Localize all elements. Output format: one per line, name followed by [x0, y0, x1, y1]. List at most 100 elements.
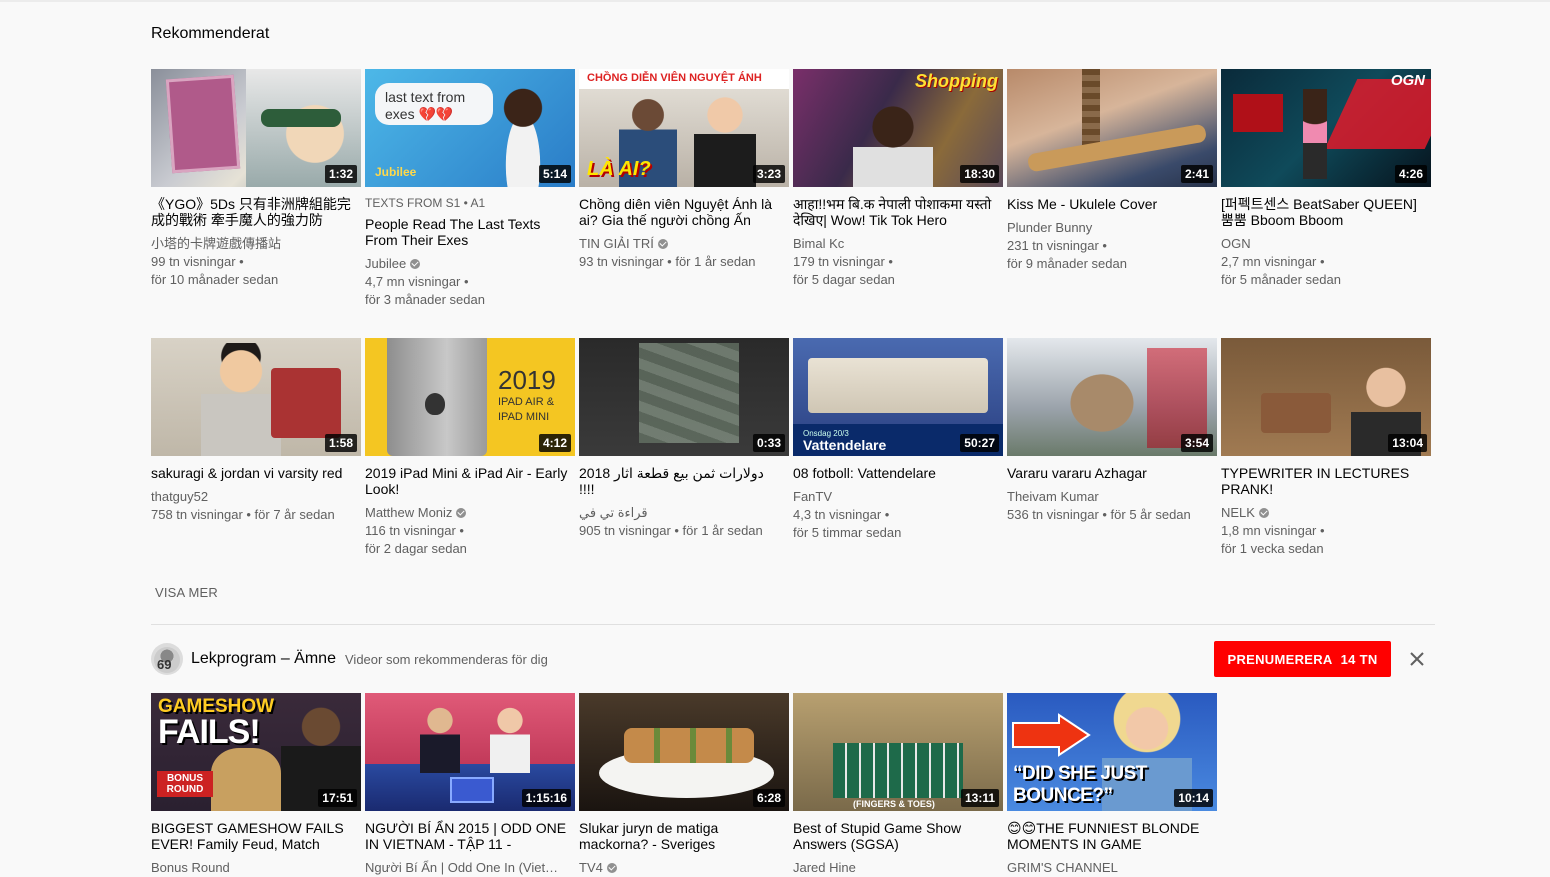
channel-name[interactable]: Bonus Round	[151, 859, 355, 877]
verified-icon	[657, 239, 668, 249]
shelf-title[interactable]: Lekprogram – Ämne	[191, 650, 336, 668]
video-thumbnail[interactable]: Onsdag 20/3 Vattendelare 50:27	[793, 338, 1003, 456]
video-thumbnail[interactable]: 1:58	[151, 338, 361, 456]
channel-name[interactable]: TIN GIẢI TRÍ	[579, 235, 783, 253]
video-title[interactable]: Slukar juryn de matiga mackorna? - Sveri…	[579, 820, 783, 852]
video-thumbnail[interactable]: 1:15:16	[365, 693, 575, 811]
video-title[interactable]: TYPEWRITER IN LECTURES PRANK!	[1221, 465, 1425, 497]
channel-name[interactable]: NELK	[1221, 504, 1425, 522]
video-title[interactable]: BIGGEST GAMESHOW FAILS EVER! Family Feud…	[151, 820, 355, 852]
video-card[interactable]: CHỒNG DIỄN VIÊN NGUYỆT ÁNH LÀ AI? 3:23 C…	[579, 69, 789, 309]
channel-name[interactable]: Matthew Moniz	[365, 504, 569, 522]
video-card[interactable]: Shopping 18:30 आहा!!भम बि.क नेपाली पोशाक…	[793, 69, 1003, 309]
channel-name[interactable]: FanTV	[793, 488, 997, 506]
video-thumbnail[interactable]: 1:32	[151, 69, 361, 187]
channel-name[interactable]: Jared Hine	[793, 859, 997, 877]
video-meta: 08 fotboll: Vattendelare FanTV 4,3 tn vi…	[793, 456, 1003, 542]
channel-label[interactable]: Jubilee	[365, 255, 406, 273]
video-duration: 4:26	[1394, 165, 1427, 183]
video-thumbnail[interactable]: 2019 IPAD AIR & IPAD MINI 4:12	[365, 338, 575, 456]
video-card[interactable]: GAMESHOW FAILS! BONUS ROUND 17:51 BIGGES…	[151, 693, 361, 877]
channel-name[interactable]: 小塔的卡牌遊戲傳播站	[151, 235, 355, 253]
video-title[interactable]: Vararu vararu Azhagar	[1007, 465, 1211, 481]
video-title[interactable]: sakuragi & jordan vi varsity red	[151, 465, 355, 481]
video-title[interactable]: Kiss Me - Ukulele Cover	[1007, 196, 1211, 212]
video-thumbnail[interactable]: 6:28	[579, 693, 789, 811]
video-thumbnail[interactable]: (FINGERS & TOES) 13:11	[793, 693, 1003, 811]
channel-label[interactable]: قراءة تي في	[579, 504, 648, 522]
channel-name[interactable]: قراءة تي في	[579, 504, 783, 522]
video-card[interactable]: 1:32 《YGO》5Ds 只有非洲牌組能完成的戰術 牽手魔人的強力防 小塔的卡…	[151, 69, 361, 309]
video-title[interactable]: 2019 iPad Mini & iPad Air - Early Look!	[365, 465, 569, 497]
video-title[interactable]: 08 fotboll: Vattendelare	[793, 465, 997, 481]
video-title[interactable]: 《YGO》5Ds 只有非洲牌組能完成的戰術 牽手魔人的強力防	[151, 196, 355, 228]
video-card[interactable]: last text from exes 💔💔 Jubilee 5:14 TEXT…	[365, 69, 575, 309]
channel-name[interactable]: Bimal Kc	[793, 235, 997, 253]
channel-name[interactable]: Plunder Bunny	[1007, 219, 1211, 237]
channel-label[interactable]: Jared Hine	[793, 859, 856, 877]
video-title[interactable]: 2018 دولارات ثمن بيع قطعة اثار !!!!	[579, 465, 783, 497]
video-card[interactable]: (FINGERS & TOES) 13:11 Best of Stupid Ga…	[793, 693, 1003, 877]
video-card[interactable]: 1:15:16 NGƯỜI BÍ ẨN 2015 | ODD ONE IN VI…	[365, 693, 575, 877]
video-thumbnail[interactable]: 2:41	[1007, 69, 1217, 187]
channel-label[interactable]: thatguy52	[151, 488, 208, 506]
view-count: 99 tn visningar •	[151, 254, 244, 269]
channel-avatar[interactable]: 69	[151, 643, 183, 675]
video-title[interactable]: People Read The Last Texts From Their Ex…	[365, 216, 569, 248]
video-thumbnail[interactable]: 13:04	[1221, 338, 1431, 456]
video-title[interactable]: आहा!!भम बि.क नेपाली पोशाकमा यस्तो देखिए|…	[793, 196, 997, 228]
video-title[interactable]: Chồng diên viên Nguyệt Ánh là ai? Gia th…	[579, 196, 783, 228]
channel-name[interactable]: GRIM'S CHANNEL	[1007, 859, 1211, 877]
video-thumbnail[interactable]: “DID SHE JUST BOUNCE?” 10:14	[1007, 693, 1217, 811]
video-title[interactable]: NGƯỜI BÍ ẨN 2015 | ODD ONE IN VIETNAM - …	[365, 820, 569, 852]
video-card[interactable]: 1:58 sakuragi & jordan vi varsity red th…	[151, 338, 361, 558]
video-meta: Chồng diên viên Nguyệt Ánh là ai? Gia th…	[579, 187, 789, 271]
video-card[interactable]: 13:04 TYPEWRITER IN LECTURES PRANK! NELK…	[1221, 338, 1431, 558]
channel-name[interactable]: Jubilee	[365, 255, 569, 273]
video-thumbnail[interactable]: 0:33	[579, 338, 789, 456]
video-card[interactable]: 2:41 Kiss Me - Ukulele Cover Plunder Bun…	[1007, 69, 1217, 309]
video-title[interactable]: [퍼펙트센스 BeatSaber QUEEN] 뿜뿜 Bboom Bboom	[1221, 196, 1425, 228]
subscribe-button[interactable]: PRENUMERERA 14 TN	[1214, 641, 1391, 677]
channel-name[interactable]: Người Bí Ẩn | Odd One In (Viet…	[365, 859, 569, 877]
channel-label[interactable]: Plunder Bunny	[1007, 219, 1092, 237]
channel-name[interactable]: TV4	[579, 859, 783, 877]
video-card[interactable]: 2019 IPAD AIR & IPAD MINI 4:12 2019 iPad…	[365, 338, 575, 558]
show-more-button[interactable]: VISA MER	[155, 585, 218, 600]
video-thumbnail[interactable]: OGN 4:26	[1221, 69, 1431, 187]
channel-label[interactable]: 小塔的卡牌遊戲傳播站	[151, 235, 281, 253]
channel-name[interactable]: thatguy52	[151, 488, 355, 506]
channel-name[interactable]: Theivam Kumar	[1007, 488, 1211, 506]
channel-label[interactable]: TIN GIẢI TRÍ	[579, 235, 654, 253]
channel-name[interactable]: OGN	[1221, 235, 1425, 253]
video-thumbnail[interactable]: Shopping 18:30	[793, 69, 1003, 187]
video-card[interactable]: Onsdag 20/3 Vattendelare 50:27 08 fotbol…	[793, 338, 1003, 558]
channel-label[interactable]: OGN	[1221, 235, 1251, 253]
video-meta: 😊😊THE FUNNIEST BLONDE MOMENTS IN GAME GR…	[1007, 811, 1217, 877]
video-card[interactable]: 6:28 Slukar juryn de matiga mackorna? - …	[579, 693, 789, 877]
channel-label[interactable]: GRIM'S CHANNEL	[1007, 859, 1118, 877]
close-icon[interactable]	[1406, 648, 1428, 670]
channel-label[interactable]: Theivam Kumar	[1007, 488, 1099, 506]
channel-label[interactable]: Người Bí Ẩn | Odd One In (Viet…	[365, 859, 558, 877]
channel-label[interactable]: Bimal Kc	[793, 235, 844, 253]
video-duration: 13:11	[960, 789, 999, 807]
channel-label[interactable]: Bonus Round	[151, 859, 230, 877]
channel-label[interactable]: NELK	[1221, 504, 1255, 522]
video-thumbnail[interactable]: 3:54	[1007, 338, 1217, 456]
video-card[interactable]: 3:54 Vararu vararu Azhagar Theivam Kumar…	[1007, 338, 1217, 558]
video-title[interactable]: Best of Stupid Game Show Answers (SGSA)	[793, 820, 997, 852]
video-title[interactable]: 😊😊THE FUNNIEST BLONDE MOMENTS IN GAME	[1007, 820, 1211, 852]
video-card[interactable]: OGN 4:26 [퍼펙트센스 BeatSaber QUEEN] 뿜뿜 Bboo…	[1221, 69, 1431, 309]
video-meta: sakuragi & jordan vi varsity red thatguy…	[151, 456, 361, 524]
channel-label[interactable]: FanTV	[793, 488, 832, 506]
video-thumbnail[interactable]: last text from exes 💔💔 Jubilee 5:14	[365, 69, 575, 187]
video-thumbnail[interactable]: GAMESHOW FAILS! BONUS ROUND 17:51	[151, 693, 361, 811]
channel-label[interactable]: TV4	[579, 859, 603, 877]
channel-label[interactable]: Matthew Moniz	[365, 504, 452, 522]
video-card[interactable]: “DID SHE JUST BOUNCE?” 10:14 😊😊THE FUNNI…	[1007, 693, 1217, 877]
video-card[interactable]: 0:33 2018 دولارات ثمن بيع قطعة اثار !!!!…	[579, 338, 789, 558]
view-count: 4,7 mn visningar •	[365, 274, 469, 289]
top-border	[0, 0, 1550, 2]
video-thumbnail[interactable]: CHỒNG DIỄN VIÊN NGUYỆT ÁNH LÀ AI? 3:23	[579, 69, 789, 187]
